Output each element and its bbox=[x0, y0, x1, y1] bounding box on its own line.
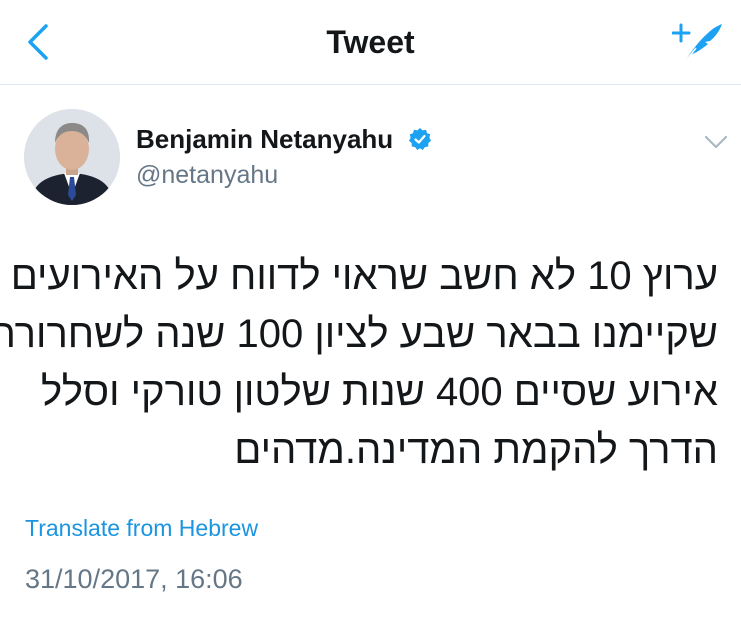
translate-link[interactable]: Translate from Hebrew bbox=[25, 515, 258, 542]
tweet-text-line: שקיימנו בבאר שבע לציון 100 שנה לשחרורה, bbox=[0, 312, 718, 356]
chevron-down-icon bbox=[704, 135, 728, 149]
tweet-text-line: אירוע שסיים 400 שנות שלטון טורקי וסלל bbox=[40, 370, 718, 414]
tweet-text-line: הדרך להקמת המדינה.מדהים bbox=[234, 428, 718, 472]
verified-badge-icon bbox=[409, 128, 432, 150]
page-title: Tweet bbox=[326, 24, 415, 60]
author-name-text: Benjamin Netanyahu bbox=[136, 124, 394, 154]
compose-tweet-icon bbox=[671, 23, 722, 63]
navigation-bar: Tweet bbox=[0, 0, 741, 85]
tweet-timestamp: 31/10/2017, 16:06 bbox=[25, 564, 243, 594]
avatar[interactable] bbox=[24, 109, 120, 205]
compose-tweet-button[interactable] bbox=[671, 20, 724, 64]
tweet-text: ערוץ 10 לא חשב שראוי לדווח על האירועים ש… bbox=[0, 247, 718, 479]
tweet-text-line: ערוץ 10 לא חשב שראוי לדווח על האירועים bbox=[10, 254, 718, 298]
author-name[interactable]: Benjamin Netanyahu bbox=[136, 124, 432, 155]
author-handle[interactable]: @netanyahu bbox=[136, 161, 278, 190]
profile-photo bbox=[24, 109, 120, 205]
tweet-options-button[interactable] bbox=[702, 131, 730, 153]
